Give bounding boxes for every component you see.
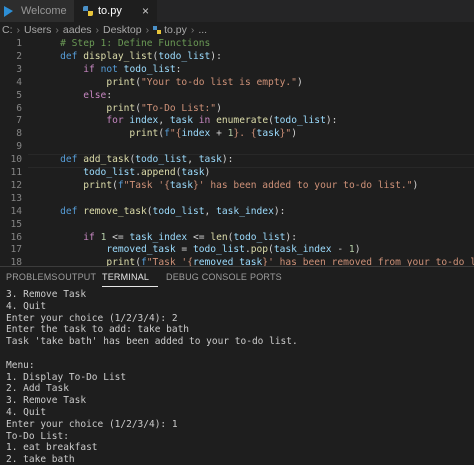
- code-line[interactable]: 8 print(f"{index + 1}. {task}"): [0, 128, 474, 141]
- code-text: def add_task(todo_list, task):: [60, 154, 234, 166]
- close-icon[interactable]: ×: [142, 4, 149, 18]
- line-number: 12: [10, 179, 22, 191]
- terminal-line: 3. Remove Task: [6, 395, 87, 407]
- tab-output[interactable]: OUTPUT: [58, 272, 96, 282]
- breadcrumb-item[interactable]: ...: [198, 24, 207, 36]
- code-text: def remove_task(todo_list, task_index):: [60, 205, 286, 217]
- line-number: 4: [16, 76, 22, 88]
- code-line[interactable]: 7 for index, task in enumerate(todo_list…: [0, 115, 474, 128]
- code-text: print(f"Task '{removed_task}' has been r…: [106, 257, 474, 266]
- code-line[interactable]: 17 removed_task = todo_list.pop(task_ind…: [0, 244, 474, 257]
- line-number: 5: [16, 89, 22, 101]
- breadcrumb-item[interactable]: Users: [24, 24, 51, 36]
- code-line[interactable]: 3 if not todo_list:: [0, 64, 474, 77]
- code-text: for index, task in enumerate(todo_list):: [106, 115, 338, 127]
- line-number: 18: [10, 257, 22, 266]
- terminal-line: 1. Display To-Do List: [6, 371, 127, 383]
- code-text: print("Your to-do list is empty."): [106, 76, 303, 88]
- tab-terminal[interactable]: TERMINAL: [102, 272, 149, 282]
- line-number: 10: [10, 154, 22, 166]
- vscode-logo-icon: [3, 5, 14, 17]
- python-file-icon: [83, 6, 93, 16]
- code-text: else:: [83, 89, 113, 101]
- code-text: # Step 1: Define Functions: [60, 38, 211, 49]
- tab-label: to.py: [98, 5, 122, 17]
- code-text: removed_task = todo_list.pop(task_index …: [106, 244, 361, 256]
- terminal-output[interactable]: 3. Remove Task 4. Quit Enter your choice (…: [6, 289, 472, 465]
- code-line[interactable]: 9: [0, 141, 474, 154]
- line-number: 2: [16, 50, 22, 62]
- line-number: 14: [10, 205, 22, 217]
- code-line[interactable]: 1 # Step 1: Define Functions: [0, 38, 474, 51]
- tab-label: Welcome: [21, 5, 67, 17]
- code-text: print(f"Task '{task}' has been added to …: [83, 179, 419, 191]
- line-number: 11: [10, 167, 22, 178]
- code-text: if not todo_list:: [83, 63, 182, 75]
- line-number: 17: [10, 244, 22, 256]
- code-text: print("To-Do List:"): [106, 102, 222, 114]
- python-file-icon: [153, 25, 162, 34]
- code-line[interactable]: 5 else:: [0, 90, 474, 103]
- code-text: if 1 <= task_index <= len(todo_list):: [83, 231, 297, 243]
- chevron-right-icon: ›: [145, 23, 150, 36]
- code-line[interactable]: 13: [0, 193, 474, 206]
- chevron-right-icon: ›: [55, 23, 59, 36]
- terminal-line: Menu:: [6, 359, 35, 371]
- terminal-line: 2. take bath: [6, 454, 75, 465]
- chevron-right-icon: ›: [190, 23, 195, 36]
- code-line[interactable]: 2 def display_list(todo_list):: [0, 51, 474, 64]
- line-number: 3: [16, 63, 22, 75]
- code-line[interactable]: 18 print(f"Task '{removed_task}' has bee…: [0, 257, 474, 266]
- breadcrumb-item[interactable]: aades: [63, 24, 92, 36]
- terminal-line: 1. eat breakfast: [6, 442, 98, 454]
- terminal-line: 2. Add Task: [6, 383, 69, 395]
- terminal-line: Enter the task to add: take bath: [6, 324, 190, 336]
- terminal-line: 4. Quit: [6, 406, 47, 418]
- terminal-line: 3. Remove Task: [6, 289, 87, 300]
- terminal-line: Enter your choice (1/2/3/4): 2: [6, 312, 178, 324]
- code-text: def display_list(todo_list):: [60, 50, 222, 62]
- code-text: todo_list.append(task): [83, 167, 211, 178]
- terminal-line: Enter your choice (1/2/3/4): 1: [6, 418, 178, 430]
- line-number: 8: [16, 128, 22, 140]
- line-number: 13: [10, 192, 22, 204]
- breadcrumb-item[interactable]: C:: [2, 24, 13, 36]
- editor-tab-bar: Welcome to.py ×: [0, 0, 474, 22]
- chevron-right-icon: ›: [16, 23, 21, 36]
- terminal-line: To-Do List:: [6, 430, 69, 442]
- chevron-right-icon: ›: [95, 23, 100, 36]
- active-tab-indicator: [102, 286, 158, 287]
- line-number: 6: [16, 102, 22, 114]
- tab-to-py[interactable]: to.py ×: [75, 0, 157, 22]
- code-line[interactable]: 11 todo_list.append(task): [0, 167, 474, 180]
- tab-welcome[interactable]: Welcome: [0, 0, 75, 22]
- code-line[interactable]: 15: [0, 219, 474, 232]
- terminal-line: Task 'take bath' has been added to your …: [6, 336, 298, 348]
- line-number: 16: [10, 231, 22, 243]
- tab-problems[interactable]: PROBLEMS: [6, 272, 58, 282]
- code-editor[interactable]: 1 # Step 1: Define Functions 2 def displa…: [0, 38, 474, 266]
- line-number: 15: [10, 218, 22, 230]
- tab-debug-console[interactable]: DEBUG CONSOLE: [166, 272, 247, 282]
- tab-ports[interactable]: PORTS: [250, 272, 282, 282]
- panel-tab-bar: PROBLEMS OUTPUT TERMINAL DEBUG CONSOLE P…: [0, 267, 474, 289]
- code-line[interactable]: 10 def add_task(todo_list, task):: [0, 154, 474, 169]
- code-line[interactable]: 12 print(f"Task '{task}' has been added …: [0, 180, 474, 193]
- code-line[interactable]: 6 print("To-Do List:"): [0, 103, 474, 116]
- breadcrumb: C: › Users › aades › Desktop › to.py › .…: [0, 22, 474, 37]
- breadcrumb-item[interactable]: Desktop: [103, 24, 142, 36]
- code-line[interactable]: 4 print("Your to-do list is empty."): [0, 77, 474, 90]
- code-line[interactable]: 16 if 1 <= task_index <= len(todo_list):: [0, 232, 474, 245]
- code-line[interactable]: 14 def remove_task(todo_list, task_index…: [0, 206, 474, 219]
- line-number: 7: [16, 115, 22, 127]
- code-text: print(f"{index + 1}. {task}"): [129, 128, 297, 140]
- breadcrumb-item[interactable]: to.py: [164, 24, 187, 36]
- line-number: 9: [16, 141, 22, 153]
- line-number: 1: [16, 38, 22, 49]
- terminal-line: 4. Quit: [6, 300, 47, 312]
